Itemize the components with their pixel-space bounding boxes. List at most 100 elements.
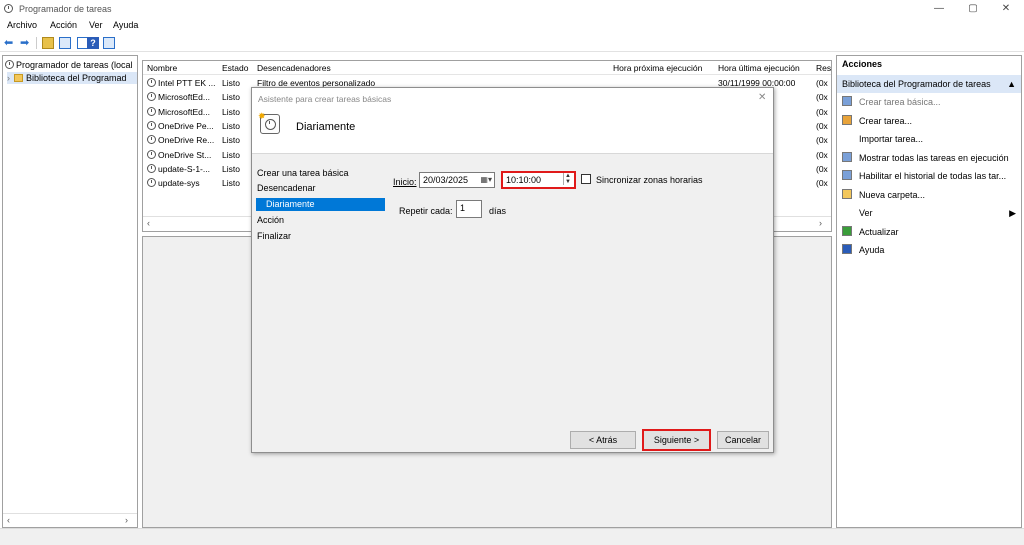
action-label: Mostrar todas las tareas en ejecución — [859, 152, 1009, 163]
col-res[interactable]: Res — [816, 63, 831, 73]
time-spinner[interactable]: ▲ ▼ — [563, 173, 572, 185]
action-item[interactable]: Habilitar el historial de todas las tar.… — [842, 167, 1020, 185]
task-name-text: update-sys — [158, 178, 200, 189]
task-name: update-S-1-... — [147, 163, 210, 174]
collapse-up-icon[interactable]: ▲ — [1007, 75, 1016, 93]
task-status: Listo — [222, 135, 240, 145]
action-label: Crear tarea básica... — [859, 97, 941, 107]
start-date-value: 20/03/2025 — [423, 175, 469, 185]
action-item[interactable]: Crear tarea... — [842, 112, 1020, 130]
import-task-icon — [842, 133, 852, 143]
action-label: Ver — [859, 208, 873, 218]
actions-section-label: Biblioteca del Programador de tareas — [842, 79, 991, 89]
col-desencadenadores[interactable]: Desencadenadores — [257, 63, 331, 73]
start-time-input[interactable]: 10:10:00 ▲ ▼ — [501, 171, 576, 189]
app-icon — [4, 4, 13, 13]
menu-accion[interactable]: Acción — [50, 20, 77, 30]
task-result: (0x — [816, 107, 828, 117]
folder-up-icon[interactable] — [42, 37, 54, 49]
action-label: Actualizar — [859, 226, 899, 237]
next-button[interactable]: Siguiente > — [642, 429, 711, 451]
show-actions-pane-icon[interactable] — [103, 37, 115, 49]
task-name-text: OneDrive St... — [158, 149, 212, 160]
sync-timezones-label: Sincronizar zonas horarias — [596, 175, 703, 185]
task-name: OneDrive Re... — [147, 135, 214, 145]
col-proxima[interactable]: Hora próxima ejecución — [613, 63, 702, 73]
action-item[interactable]: Crear tarea básica... — [842, 93, 1020, 111]
tree-library[interactable]: › Biblioteca del Programad — [7, 72, 137, 84]
col-estado[interactable]: Estado — [222, 63, 248, 73]
task-status-text: Listo — [222, 78, 240, 88]
task-result: (0x — [816, 150, 828, 160]
maximize-button[interactable]: ▢ — [959, 2, 987, 16]
step-finish[interactable]: Finalizar — [257, 231, 291, 241]
task-status-text: Listo — [222, 135, 240, 146]
task-clock-icon — [147, 135, 156, 145]
refresh-icon — [842, 225, 852, 236]
action-item[interactable]: Ayuda — [842, 241, 1020, 259]
task-status: Listo — [222, 164, 240, 174]
task-status-text: Listo — [222, 163, 240, 174]
col-nombre[interactable]: Nombre — [147, 63, 177, 73]
task-status-text: Listo — [222, 92, 240, 103]
back-arrow-icon[interactable]: ⬅ — [4, 37, 16, 49]
back-button[interactable]: < Atrás — [570, 431, 636, 449]
menu-ayuda[interactable]: Ayuda — [113, 20, 138, 30]
action-label: Nueva carpeta... — [859, 189, 926, 200]
running-tasks-icon — [842, 151, 852, 162]
task-status: Listo — [222, 78, 240, 88]
chevron-right-icon[interactable]: › — [7, 73, 10, 83]
cancel-button[interactable]: Cancelar — [717, 431, 769, 449]
action-item[interactable]: Mostrar todas las tareas en ejecución — [842, 149, 1020, 167]
task-status-text: Listo — [222, 178, 240, 189]
start-date-picker[interactable]: 20/03/2025 ▦▾ — [419, 172, 495, 188]
dialog-heading: Diariamente — [296, 121, 356, 133]
show-hide-tree-icon[interactable] — [59, 37, 71, 49]
scroll-right-icon[interactable]: › — [819, 218, 822, 228]
close-button[interactable]: ✕ — [992, 2, 1020, 16]
task-name: MicrosoftEd... — [147, 106, 210, 117]
calendar-dropdown-icon[interactable]: ▦▾ — [480, 173, 492, 187]
tree-horizontal-scrollbar[interactable]: ‹ › — [3, 513, 137, 527]
scroll-left-icon[interactable]: ‹ — [147, 218, 150, 228]
task-status: Listo — [222, 92, 240, 102]
task-result-text: (0x — [816, 92, 828, 103]
task-name-text: Intel PTT EK ... — [158, 78, 216, 88]
dialog-close-button[interactable]: ✕ — [758, 92, 766, 103]
step-daily-selected[interactable]: Diariamente — [256, 198, 385, 211]
task-result: (0x — [816, 78, 828, 88]
step-action[interactable]: Acción — [257, 215, 284, 225]
tree-pane: Programador de tareas (local › Biblioteca… — [2, 55, 138, 528]
actions-section-header[interactable]: Biblioteca del Programador de tareas ▲ — [837, 75, 1021, 93]
forward-arrow-icon[interactable]: ➡ — [20, 37, 32, 49]
action-item[interactable]: Actualizar — [842, 223, 1020, 241]
repeat-label: Repetir cada: — [399, 206, 453, 216]
help-icon[interactable]: ? — [87, 37, 99, 49]
create-task-icon — [842, 114, 852, 125]
step-create[interactable]: Crear una tarea básica — [257, 168, 349, 178]
action-label: Ayuda — [859, 245, 885, 255]
action-item[interactable]: Importar tarea... — [842, 130, 1020, 148]
action-item[interactable]: Ver ▶ — [842, 204, 1020, 222]
action-label: Crear tarea... — [859, 115, 913, 126]
sync-timezones-checkbox[interactable] — [581, 174, 591, 184]
menu-ver[interactable]: Ver — [89, 20, 103, 30]
minimize-button[interactable]: — — [925, 2, 953, 16]
help-icon — [842, 244, 852, 254]
tree-root[interactable]: Programador de tareas (local — [5, 59, 133, 71]
scroll-right-icon[interactable]: › — [125, 515, 128, 525]
menu-archivo[interactable]: Archivo — [7, 20, 37, 30]
action-item[interactable]: Nueva carpeta... — [842, 186, 1020, 204]
task-status-text: Listo — [222, 120, 240, 131]
task-result: (0x — [816, 164, 828, 174]
task-name-text: OneDrive Pe... — [158, 120, 214, 131]
repeat-days-input[interactable]: 1 — [456, 200, 482, 218]
step-trigger[interactable]: Desencadenar — [257, 183, 316, 193]
col-ultima[interactable]: Hora última ejecución — [718, 63, 800, 73]
scroll-left-icon[interactable]: ‹ — [7, 515, 10, 525]
task-result: (0x — [816, 178, 828, 188]
history-icon — [842, 170, 852, 180]
task-status: Listo — [222, 150, 240, 160]
task-clock-icon — [147, 163, 156, 173]
toolbar: ⬅ ➡ ? — [0, 34, 1024, 52]
